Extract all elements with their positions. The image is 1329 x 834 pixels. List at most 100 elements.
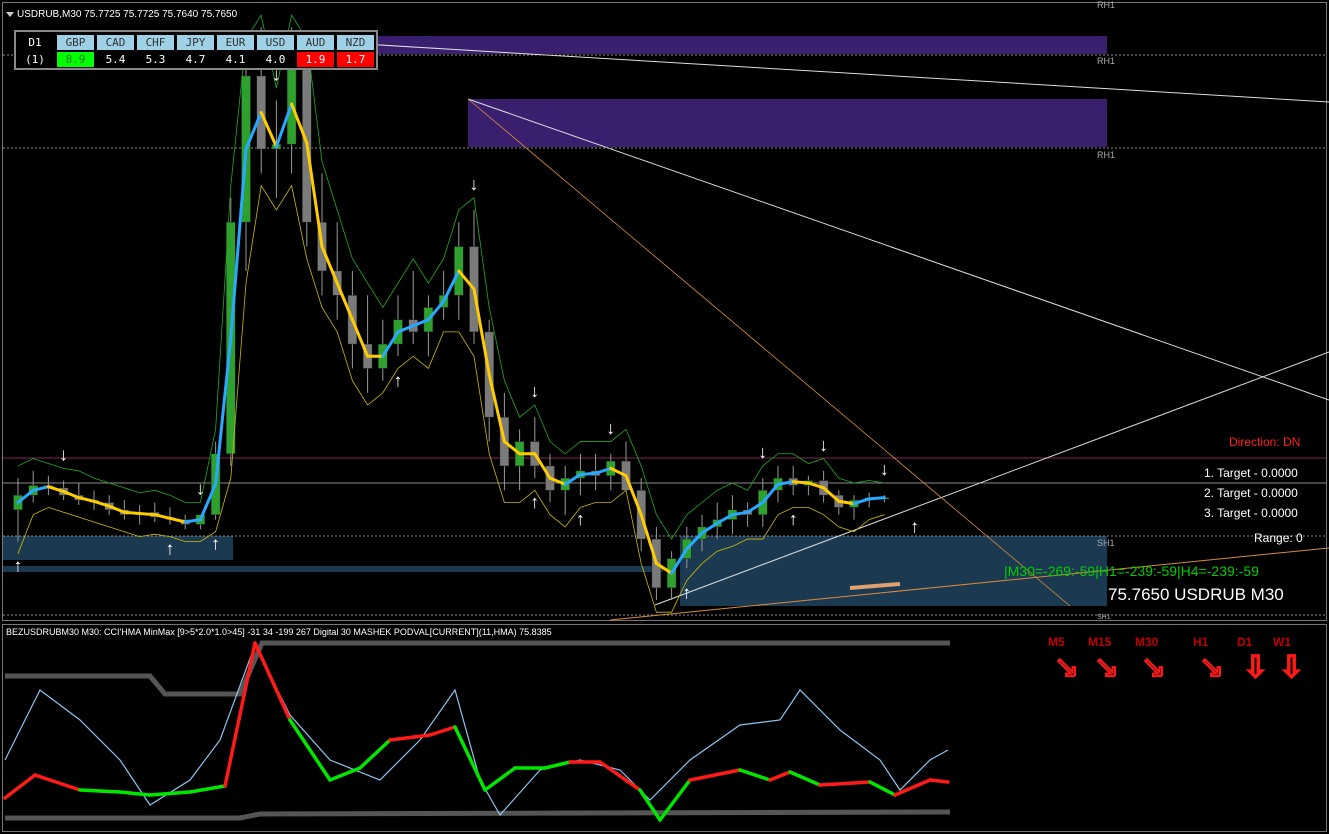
currency-value: 8.9 [57, 52, 94, 67]
up-arrow-icon: ↑ [166, 538, 175, 558]
indicator-pane [3, 640, 951, 822]
down-arrow-icon: ↓ [758, 442, 767, 462]
timeframe-label-m30: M30 [1135, 635, 1159, 649]
up-arrow-icon: ↑ [394, 370, 403, 390]
up-arrow-icon: ↑ [530, 492, 539, 512]
down-arrow-icon: ↓ [470, 174, 479, 194]
up-arrow-icon: ↑ [576, 509, 585, 529]
target-1: 1. Target - 0.0000 [1204, 466, 1298, 480]
down-right-arrow-icon: ↘ [1093, 649, 1120, 686]
currency-header: GBP [57, 35, 94, 50]
up-arrow-icon: ↑ [682, 582, 691, 602]
cci-segment [118, 790, 152, 797]
down-right-arrow-icon: ↘ [1140, 649, 1167, 686]
hma-segment [138, 511, 157, 517]
down-arrow-icon: ↓ [59, 445, 68, 465]
currency-header: USD [257, 35, 294, 50]
down-arrow-icon: ⇩ [1278, 649, 1305, 686]
down-arrow-icon: ↓ [606, 418, 615, 438]
support-zone-left [3, 536, 233, 560]
currency-strength-table: D1 GBP CAD CHF JPY EUR USD AUD NZD (1) 8… [14, 30, 378, 70]
hma-segment [168, 516, 187, 524]
trendline-orange-down [467, 98, 1071, 607]
down-arrow-icon: ↓ [880, 459, 889, 479]
cci-segment [358, 738, 392, 770]
cci-segment [33, 773, 82, 792]
down-arrow-icon: ↓ [819, 435, 828, 455]
currency-value: 4.0 [265, 53, 286, 66]
down-right-arrow-icon: ↘ [1198, 649, 1225, 686]
cci-segment [483, 766, 517, 792]
currency-value: 4.7 [185, 53, 206, 66]
cci-segment [688, 768, 742, 782]
cci-segment [288, 718, 332, 782]
indicator-upper-band [5, 640, 950, 697]
strength-row-label: (1) [16, 52, 54, 67]
target-3: 3. Target - 0.0000 [1204, 506, 1298, 520]
cci-segment [598, 760, 642, 792]
timeframe-label-m5: M5 [1048, 635, 1065, 649]
up-arrow-icon: ↑ [14, 556, 23, 576]
currency-header: NZD [337, 35, 374, 50]
chart-window[interactable]: ↓ ↓ ↓ ↓ ↓ ↓ ↓ ↓ ↓ ↑ ↑ ↑ ↑ ↑ ↑ ↑ ↑ ↑ USDRUB,M30 75.7725 75… [0, 0, 1329, 834]
cci-segment [3, 773, 37, 800]
currency-value: 5.4 [105, 53, 126, 66]
up-arrow-icon: ↑ [910, 517, 919, 537]
cci-segment [768, 770, 792, 782]
cci-segment [868, 780, 897, 797]
timeframe-label-m15: M15 [1088, 635, 1112, 649]
currency-header: AUD [297, 35, 334, 50]
timeframe-label-w1: W1 [1273, 635, 1291, 649]
cci-segment [428, 725, 457, 737]
cci-segment [453, 725, 487, 792]
currency-header: CHF [137, 35, 174, 50]
cci-segment [638, 788, 662, 822]
cci-segment [388, 733, 432, 742]
cci-segment [928, 778, 950, 784]
currency-header: EUR [217, 35, 254, 50]
envelope-upper [17, 13, 885, 540]
cci-segment [188, 784, 227, 794]
chevron-down-icon[interactable] [6, 11, 14, 17]
symbol-header: USDRUB,M30 75.7725 75.7725 75.7640 75.76… [6, 9, 237, 20]
strength-header-row: D1 GBP CAD CHF JPY EUR USD AUD NZD [16, 35, 377, 51]
cci-segment [818, 780, 872, 787]
range-label: Range: 0 [1254, 531, 1303, 545]
level-label-rh1: RH1 [1097, 56, 1116, 66]
level-label-sh1: SH1 [1097, 538, 1115, 548]
support-band-left [3, 566, 663, 572]
up-arrow-icon: ↑ [789, 509, 798, 529]
strength-corner: D1 [16, 35, 54, 50]
currency-header: CAD [97, 35, 134, 50]
price-chart[interactable]: ↓↓↓↓↓↓↓ ↓↓↑↑ ↑↑↑↑↑↑ ↑ [0, 0, 1329, 834]
indicator-title: BEZUSDRUBM30 M30: CCI'HMA MinMax [9>5*2.… [6, 627, 552, 637]
hma-segment [791, 480, 810, 485]
up-arrow-icon: ↑ [211, 534, 220, 554]
strength-value-row: (1) 8.9 5.4 5.3 4.7 4.1 4.0 1.9 1.7 [16, 52, 377, 68]
cci-segment [328, 766, 362, 782]
level-label-rh1: RH1 [1097, 0, 1116, 10]
direction-label: Direction: DN [1229, 435, 1301, 449]
price-symbol-label: 75.7650 USDRUB M30 [1108, 585, 1284, 604]
cci-segment [788, 770, 822, 787]
currency-value: 1.7 [337, 52, 374, 67]
hma-segment [578, 471, 598, 476]
cci-segment [78, 788, 122, 794]
cci-segment [253, 641, 292, 722]
currency-value: 4.1 [225, 53, 246, 66]
timeframe-label-h1: H1 [1193, 635, 1209, 649]
resistance-zone-top [300, 36, 1107, 54]
currency-value: 5.3 [145, 53, 166, 66]
target-2: 2. Target - 0.0000 [1204, 486, 1298, 500]
hma-segment [77, 496, 96, 503]
indicator-border [2, 624, 1327, 832]
cci-segment [893, 778, 932, 797]
level-label-rh1: RH1 [1097, 150, 1116, 160]
currency-value: 1.9 [297, 52, 334, 67]
currency-header: JPY [177, 35, 214, 50]
timeframe-label-d1: D1 [1237, 635, 1253, 649]
cci-segment [543, 760, 572, 770]
indicator-lower-band [5, 809, 951, 821]
level-label-sh1: SH1 [1097, 614, 1111, 621]
indicator-signal-line [4, 643, 949, 817]
